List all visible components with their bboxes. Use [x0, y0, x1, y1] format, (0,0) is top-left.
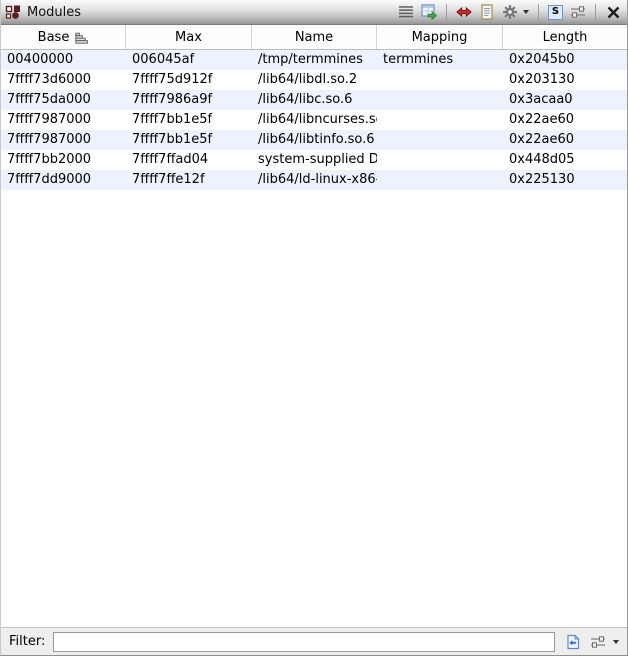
- table-header: Base Max Name Mapping Length: [1, 25, 627, 50]
- cell-length[interactable]: 0x22ae60: [503, 110, 627, 130]
- window-title: Modules: [27, 5, 81, 20]
- cell-mapping[interactable]: [377, 150, 503, 170]
- modules-window: Modules: [0, 0, 628, 656]
- align-lines-icon[interactable]: [398, 4, 414, 20]
- table-row[interactable]: 7ffff79870007ffff7bb1e5f/lib64/libtinfo.…: [1, 130, 627, 150]
- sync-s-icon[interactable]: S: [548, 5, 563, 20]
- sort-ascending-icon: [75, 31, 88, 44]
- toolbar-separator: [595, 4, 596, 20]
- column-header-name[interactable]: Name: [252, 25, 377, 49]
- cell-name[interactable]: /lib64/libncurses.so: [252, 110, 377, 130]
- cell-mapping[interactable]: termmines: [377, 50, 503, 70]
- cell-mapping[interactable]: [377, 130, 503, 150]
- cell-max[interactable]: 7ffff7ffad04: [126, 150, 252, 170]
- modules-window-icon: [5, 4, 21, 20]
- gear-dropdown-arrow[interactable]: [523, 10, 529, 14]
- cell-mapping[interactable]: [377, 110, 503, 130]
- cell-max[interactable]: 7ffff7bb1e5f: [126, 110, 252, 130]
- cell-mapping[interactable]: [377, 90, 503, 110]
- column-header-base[interactable]: Base: [1, 25, 126, 49]
- table-row[interactable]: 7ffff75da0007ffff7986a9f/lib64/libc.so.6…: [1, 90, 627, 110]
- table-body: 00400000006045af/tmp/termminestermmines0…: [1, 50, 627, 627]
- filter-bar-icons: [563, 634, 621, 650]
- close-icon[interactable]: [605, 4, 621, 20]
- configure-columns-icon[interactable]: [570, 4, 586, 20]
- cell-name[interactable]: /lib64/ld-linux-x86-6: [252, 170, 377, 190]
- cell-max[interactable]: 7ffff7986a9f: [126, 90, 252, 110]
- cell-max[interactable]: 7ffff75d912f: [126, 70, 252, 90]
- toolbar-separator: [538, 4, 539, 20]
- cell-max[interactable]: 7ffff7ffe12f: [126, 170, 252, 190]
- cell-mapping[interactable]: [377, 70, 503, 90]
- column-header-length[interactable]: Length: [503, 25, 627, 49]
- cell-length[interactable]: 0x448d05: [503, 150, 627, 170]
- cell-base[interactable]: 7ffff7987000: [1, 130, 126, 150]
- map-identically-icon[interactable]: [456, 4, 472, 20]
- gear-icon[interactable]: [502, 4, 518, 20]
- cell-base[interactable]: 7ffff73d6000: [1, 70, 126, 90]
- cell-name[interactable]: /tmp/termmines: [252, 50, 377, 70]
- cell-max[interactable]: 7ffff7bb1e5f: [126, 130, 252, 150]
- cell-name[interactable]: system-supplied DS: [252, 150, 377, 170]
- filter-input[interactable]: [53, 632, 555, 652]
- filter-options-dropdown-arrow[interactable]: [613, 640, 619, 644]
- cell-base[interactable]: 00400000: [1, 50, 126, 70]
- table-row[interactable]: 7ffff7dd90007ffff7ffe12f/lib64/ld-linux-…: [1, 170, 627, 190]
- cell-name[interactable]: /lib64/libdl.so.2: [252, 70, 377, 90]
- cell-base[interactable]: 7ffff75da000: [1, 90, 126, 110]
- titlebar-toolbar: S: [398, 4, 623, 20]
- cell-length[interactable]: 0x2045b0: [503, 50, 627, 70]
- document-icon[interactable]: [479, 4, 495, 20]
- table-row[interactable]: 7ffff7bb20007ffff7ffad04system-supplied …: [1, 150, 627, 170]
- cell-length[interactable]: 0x225130: [503, 170, 627, 190]
- filter-label: Filter:: [9, 634, 45, 649]
- cell-max[interactable]: 006045af: [126, 50, 252, 70]
- create-column-filter-icon[interactable]: [565, 634, 581, 650]
- cell-length[interactable]: 0x203130: [503, 70, 627, 90]
- filter-bar: Filter:: [1, 627, 627, 655]
- map-module-to-program-icon[interactable]: [421, 4, 437, 20]
- filter-options-icon[interactable]: [590, 634, 606, 650]
- cell-length[interactable]: 0x22ae60: [503, 130, 627, 150]
- table-row[interactable]: 7ffff79870007ffff7bb1e5f/lib64/libncurse…: [1, 110, 627, 130]
- column-header-mapping[interactable]: Mapping: [377, 25, 503, 49]
- cell-name[interactable]: /lib64/libc.so.6: [252, 90, 377, 110]
- titlebar[interactable]: Modules: [1, 0, 627, 25]
- cell-mapping[interactable]: [377, 170, 503, 190]
- cell-base[interactable]: 7ffff7987000: [1, 110, 126, 130]
- cell-base[interactable]: 7ffff7dd9000: [1, 170, 126, 190]
- table-row[interactable]: 00400000006045af/tmp/termminestermmines0…: [1, 50, 627, 70]
- column-header-max[interactable]: Max: [126, 25, 252, 49]
- cell-length[interactable]: 0x3acaa0: [503, 90, 627, 110]
- toolbar-separator: [446, 4, 447, 20]
- cell-base[interactable]: 7ffff7bb2000: [1, 150, 126, 170]
- cell-name[interactable]: /lib64/libtinfo.so.6: [252, 130, 377, 150]
- table-row[interactable]: 7ffff73d60007ffff75d912f/lib64/libdl.so.…: [1, 70, 627, 90]
